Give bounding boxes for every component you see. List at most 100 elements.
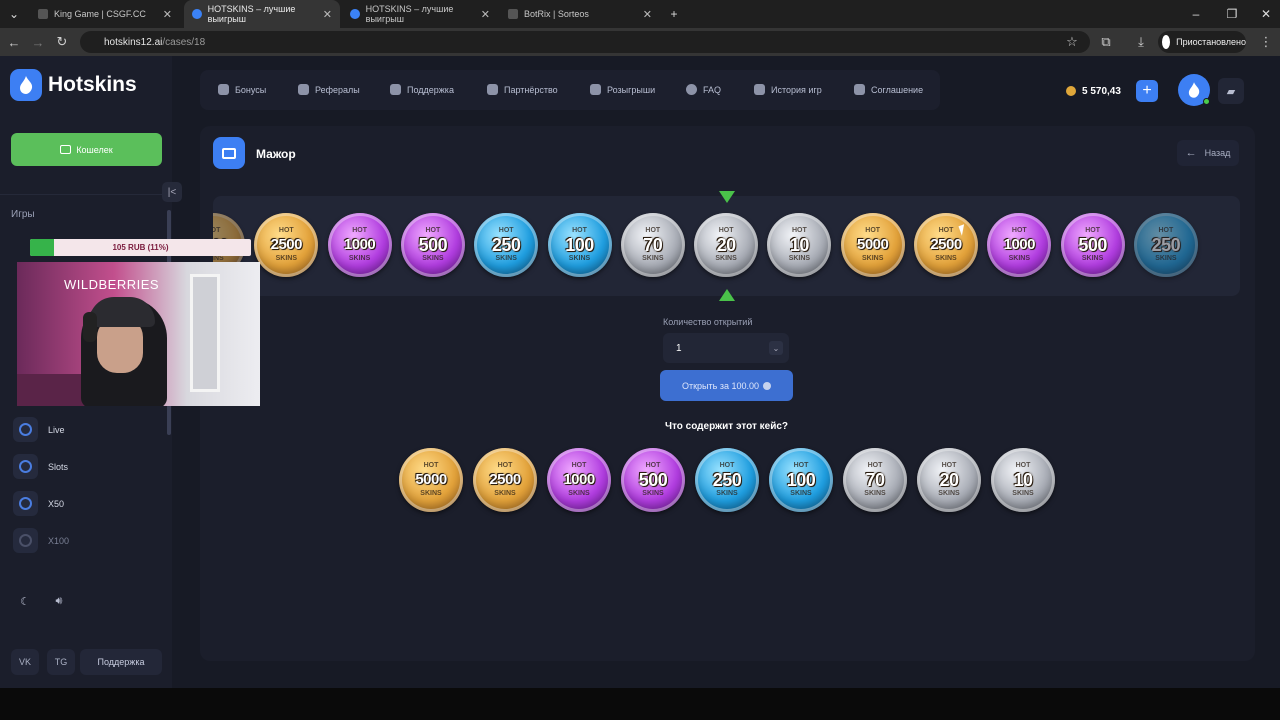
profile-button[interactable]: Приостановлено bbox=[1158, 31, 1246, 53]
reload-icon[interactable]: ↻ bbox=[50, 28, 74, 56]
coin-skins-label: SKINS bbox=[935, 255, 957, 262]
coin-hot-label: HOT bbox=[1158, 227, 1174, 234]
menu-bonuses[interactable]: Бонусы bbox=[218, 84, 266, 95]
telegram-icon[interactable]: TG bbox=[47, 649, 75, 675]
coin-skins-label: SKINS bbox=[1008, 255, 1030, 262]
list-icon bbox=[754, 84, 765, 95]
user-avatar[interactable] bbox=[1178, 74, 1210, 106]
coin-hot-label: HOT bbox=[278, 227, 294, 234]
wallet-label: Кошелек bbox=[76, 144, 113, 155]
menu-referrals[interactable]: Рефералы bbox=[298, 84, 360, 95]
back-label: Назад bbox=[1204, 148, 1231, 158]
sidebar-item-live[interactable]: Live bbox=[13, 417, 65, 442]
headset-icon bbox=[390, 84, 401, 95]
sound-icon[interactable]: 🔊︎ bbox=[48, 592, 70, 610]
online-indicator bbox=[1203, 98, 1210, 105]
coin-hot-label: HOT bbox=[497, 462, 513, 469]
extensions-icon[interactable]: ⧉ bbox=[1094, 28, 1118, 56]
coin-hot-label: HOT bbox=[645, 462, 661, 469]
open-case-label: Открыть за 100.00 bbox=[681, 380, 759, 391]
avatar bbox=[1162, 35, 1171, 49]
new-tab-icon[interactable]: + bbox=[656, 0, 692, 28]
roulette-strip: HOT5000SKINSHOT2500SKINSHOT1000SKINSHOT5… bbox=[213, 196, 1240, 296]
bookmark-star-icon[interactable]: ☆ bbox=[1060, 28, 1084, 56]
coin-item: HOT 70 SKINS bbox=[620, 213, 685, 277]
tab-search-icon[interactable]: ⌄ bbox=[0, 0, 28, 28]
coin-skins-label: SKINS bbox=[642, 490, 664, 497]
forward-arrow-icon[interactable]: → bbox=[26, 28, 50, 56]
contents-title: Что содержит этот кейс? bbox=[664, 421, 789, 432]
coin-item: HOT 5000 SKINS bbox=[840, 213, 905, 277]
close-window-icon[interactable]: ✕ bbox=[1248, 0, 1280, 28]
coin-hot-label: HOT bbox=[571, 462, 587, 469]
case-box-icon bbox=[213, 137, 245, 169]
tab-close-icon[interactable]: ✕ bbox=[643, 8, 652, 21]
coin-item: HOT 250 SKINS bbox=[1133, 213, 1198, 277]
browser-tab-1[interactable]: King Game | CSGF.CC ✕ bbox=[30, 0, 180, 28]
minimize-icon[interactable]: – bbox=[1178, 0, 1214, 28]
menu-agreement[interactable]: Соглашение bbox=[854, 84, 923, 95]
menu-giveaways[interactable]: Розыгрыши bbox=[590, 84, 655, 95]
coin-skins-label: SKINS bbox=[715, 255, 737, 262]
coin-skins-label: SKINS bbox=[790, 490, 812, 497]
menu-support[interactable]: Поддержка bbox=[390, 84, 454, 95]
coin-skins-label: SKINS bbox=[495, 255, 517, 262]
sidebar-item-slots[interactable]: Slots bbox=[13, 454, 68, 479]
coin-skins-label: SKINS bbox=[642, 255, 664, 262]
moon-icon[interactable]: ☾ bbox=[14, 592, 36, 610]
back-arrow-icon[interactable]: ← bbox=[2, 28, 26, 56]
coin-value: 5000 bbox=[857, 236, 889, 253]
coin-value: 250 bbox=[491, 235, 521, 255]
coin-value: 2500 bbox=[489, 471, 521, 488]
coin-item: HOT 500 SKINS bbox=[400, 213, 465, 277]
flame-logo-icon bbox=[10, 69, 42, 101]
arrow-left-icon: ← bbox=[1185, 147, 1197, 159]
browser-tab-4[interactable]: BotRix | Sorteos ✕ bbox=[500, 0, 660, 28]
wallet-button[interactable]: Кошелек bbox=[11, 133, 162, 166]
coin-skins-label: SKINS bbox=[938, 490, 960, 497]
menu-dots-icon[interactable]: ⋮ bbox=[1254, 28, 1278, 56]
maximize-icon[interactable]: ❐ bbox=[1214, 0, 1250, 28]
coin-value: 70 bbox=[643, 235, 663, 255]
sidebar-item-x100[interactable]: X100 bbox=[13, 528, 69, 553]
coin-skins-label: SKINS bbox=[716, 490, 738, 497]
coin-hot-label: HOT bbox=[718, 227, 734, 234]
tab-close-icon[interactable]: ✕ bbox=[481, 8, 490, 21]
sidebar-item-x50[interactable]: X50 bbox=[13, 491, 64, 516]
browser-tabbar: ⌄ King Game | CSGF.CC ✕ HOTSKINS – лучши… bbox=[0, 0, 1280, 28]
back-button[interactable]: ← Назад bbox=[1177, 140, 1239, 166]
coin-value: 1000 bbox=[1003, 236, 1036, 253]
tab-close-icon[interactable]: ✕ bbox=[323, 8, 332, 21]
coin-item: HOT 2500 SKINS bbox=[254, 213, 319, 277]
coin-skins-label: SKINS bbox=[420, 490, 442, 497]
menu-partnership[interactable]: Партнёрство bbox=[487, 84, 558, 95]
page-title: Мажор bbox=[256, 147, 296, 161]
coin-item: HOT 5000 SKINS bbox=[399, 448, 463, 512]
menu-history[interactable]: История игр bbox=[754, 84, 822, 95]
site-logo[interactable]: Hotskins bbox=[10, 69, 137, 101]
address-bar[interactable]: hotskins12.ai/cases/18 bbox=[80, 31, 1090, 53]
collapse-sidebar-button[interactable]: |< bbox=[162, 182, 182, 202]
coin-item: HOT 500 SKINS bbox=[1060, 213, 1125, 277]
deposit-button[interactable]: + bbox=[1136, 80, 1158, 102]
quantity-select[interactable]: 1 ⌄ bbox=[663, 333, 789, 363]
coin-icon bbox=[1066, 86, 1076, 96]
download-icon[interactable]: ⤓ bbox=[1129, 28, 1153, 56]
coin-skins-label: SKINS bbox=[568, 490, 590, 497]
games-section-label: Игры bbox=[11, 209, 35, 220]
coin-item: HOT 20 SKINS bbox=[694, 213, 759, 277]
sidebar-item-label: Slots bbox=[48, 461, 69, 472]
url-host: hotskins12.ai bbox=[104, 36, 163, 48]
support-label: Поддержка bbox=[97, 657, 145, 667]
open-case-button[interactable]: Открыть за 100.00 bbox=[660, 370, 793, 401]
vk-icon[interactable]: VK bbox=[11, 649, 39, 675]
browser-tab-2[interactable]: HOTSKINS – лучшие выигрыш ✕ bbox=[184, 0, 340, 28]
chat-icon[interactable]: ▰ bbox=[1218, 78, 1244, 104]
tab-close-icon[interactable]: ✕ bbox=[163, 8, 172, 21]
coin-item: HOT 20 SKINS bbox=[917, 448, 981, 512]
menu-faq[interactable]: FAQ bbox=[686, 84, 721, 95]
support-button[interactable]: Поддержка bbox=[80, 649, 162, 675]
coin-hot-label: HOT bbox=[719, 462, 735, 469]
coin-item: HOT 70 SKINS bbox=[843, 448, 907, 512]
browser-tab-3[interactable]: HOTSKINS – лучшие выигрыш ✕ bbox=[342, 0, 498, 28]
